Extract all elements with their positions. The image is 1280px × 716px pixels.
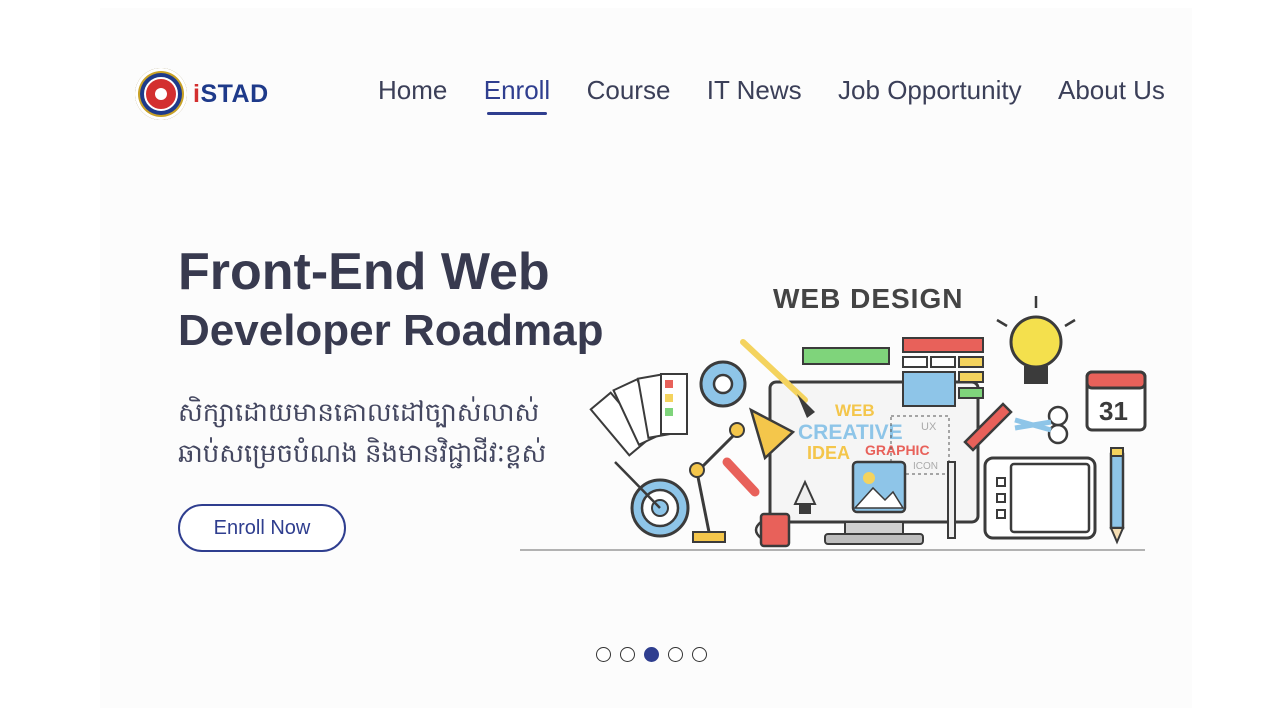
- carousel-dot-5[interactable]: [692, 646, 707, 662]
- illustration-heading: WEB DESIGN: [773, 283, 963, 314]
- ruler-icon: [802, 347, 890, 365]
- carousel-dot-2[interactable]: [620, 646, 635, 662]
- target-icon: [614, 461, 690, 538]
- scissors-icon: [1014, 405, 1069, 445]
- hero-title: Front-End Web: [178, 243, 550, 301]
- word-web: WEB: [835, 401, 875, 420]
- word-graphic: GRAPHIC: [865, 442, 930, 458]
- pipette-icon: [722, 457, 760, 497]
- gear-icon: [699, 360, 747, 408]
- istad-logo[interactable]: iSTAD: [135, 66, 275, 122]
- enroll-now-button[interactable]: Enroll Now: [178, 504, 346, 552]
- web-design-illustration: WEB DESIGN WEB CREATIVE IDEA GRAPHIC UX …: [520, 283, 1147, 551]
- lightbulb-icon: [996, 296, 1076, 384]
- mug-icon: [754, 512, 791, 548]
- nav-about-us[interactable]: About Us: [1058, 75, 1165, 106]
- nav-course[interactable]: Course: [587, 75, 671, 106]
- standing-pencil-icon: [1109, 447, 1125, 545]
- layout-bar: [902, 337, 984, 353]
- drawing-tablet-icon: [983, 456, 1097, 540]
- brand-name: iSTAD: [193, 79, 269, 108]
- logo-emblem-icon: [135, 68, 187, 120]
- stylus-icon: [947, 461, 956, 539]
- nav-it-news[interactable]: IT News: [707, 75, 802, 106]
- word-icon: ICON: [913, 461, 938, 472]
- main-navigation: Home Enroll Course IT News Job Opportuni…: [378, 70, 1165, 115]
- calendar-day: 31: [1099, 396, 1128, 426]
- carousel-indicators: [596, 644, 726, 664]
- nav-job-opportunity[interactable]: Job Opportunity: [838, 75, 1022, 106]
- word-creative: CREATIVE: [798, 421, 903, 444]
- nav-enroll[interactable]: Enroll: [483, 74, 551, 115]
- carousel-dot-3[interactable]: [644, 646, 659, 662]
- calendar-icon: 31: [1085, 370, 1147, 432]
- picture-icon: [851, 460, 907, 514]
- word-ux: UX: [921, 421, 937, 433]
- active-nav-underline: [486, 111, 548, 115]
- carousel-dot-1[interactable]: [596, 646, 611, 662]
- word-idea: IDEA: [807, 443, 850, 463]
- layout-image-block: [902, 371, 956, 407]
- color-swatches-icon: [589, 373, 688, 457]
- nav-home[interactable]: Home: [378, 75, 447, 106]
- carousel-dot-4[interactable]: [668, 646, 683, 662]
- nav-enroll-label: Enroll: [483, 74, 551, 105]
